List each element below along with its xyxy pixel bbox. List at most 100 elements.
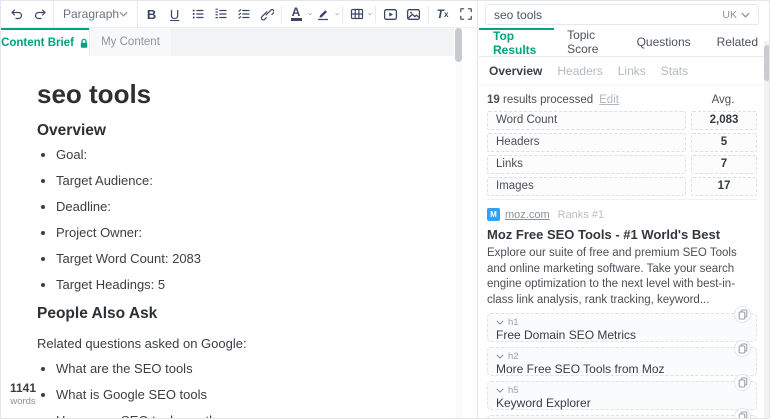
checklist-button[interactable] [233, 4, 254, 25]
results-scrollbar-thumb[interactable] [764, 45, 770, 81]
chevron-down-icon[interactable] [496, 354, 504, 359]
tab-topic-score[interactable]: Topic Score [554, 28, 624, 56]
word-count: 1141 words [6, 381, 40, 407]
paragraph-style-select[interactable]: Paragraph [53, 1, 138, 28]
copy-button[interactable] [734, 408, 751, 419]
editor-scrollbar[interactable] [455, 28, 462, 419]
list-item: Target Audience: [56, 174, 434, 188]
result-domain-link[interactable]: moz.com [505, 209, 550, 221]
subtab-overview[interactable]: Overview [489, 64, 542, 78]
ordered-list-button[interactable] [210, 4, 231, 25]
list-item: What are the SEO tools [56, 362, 434, 376]
chevron-down-icon[interactable] [308, 11, 312, 17]
search-query: seo tools [494, 8, 542, 22]
avg-column-header: Avg. [689, 94, 757, 106]
editor-scrollbar-thumb[interactable] [455, 28, 462, 62]
header-card: h2 More Free SEO Tools from Moz [487, 347, 757, 376]
redo-button[interactable] [29, 4, 50, 25]
stat-label: Word Count [487, 111, 686, 130]
processed-count: 19 [487, 94, 500, 106]
chevron-down-icon[interactable] [496, 388, 504, 393]
copy-button[interactable] [734, 374, 751, 391]
lock-icon [79, 38, 89, 49]
result-title: Moz Free SEO Tools - #1 World's Best [487, 228, 757, 242]
header-card: h5 Link Explorer [487, 415, 757, 419]
tab-content-brief-label: Content Brief [1, 37, 74, 49]
search-row: seo tools UK [479, 1, 770, 28]
list-item: Deadline: [56, 200, 434, 214]
results-scrollbar[interactable] [764, 41, 770, 419]
clear-format-button[interactable]: Tx [432, 4, 453, 25]
stat-value: 5 [691, 133, 757, 152]
bold-button[interactable]: B [141, 4, 162, 25]
fullscreen-button[interactable] [455, 4, 476, 25]
document-editor[interactable]: seo tools Overview Goal: Target Audience… [1, 56, 454, 419]
paa-intro: Related questions asked on Google: [37, 337, 434, 351]
stat-value: 17 [691, 177, 757, 196]
processed-text: results processed [503, 94, 593, 106]
chevron-down-icon [119, 11, 128, 17]
tab-related[interactable]: Related [704, 28, 770, 56]
result-site-row: M moz.com Ranks #1 [487, 208, 757, 221]
chevron-down-icon[interactable] [335, 11, 339, 17]
processed-row: 19 results processed Edit Avg. [487, 94, 757, 106]
link-button[interactable] [256, 4, 277, 25]
tab-content-brief[interactable]: Content Brief [1, 28, 89, 56]
underline-button[interactable]: U [164, 4, 185, 25]
research-panel: seo tools UK Top Results Topic Score Que… [479, 1, 770, 419]
result-rank-badge: Ranks #1 [558, 209, 604, 221]
list-item: Goal: [56, 148, 434, 162]
chevron-down-icon [741, 12, 750, 18]
text-color-bar [291, 18, 302, 21]
copy-button[interactable] [734, 340, 751, 357]
subtab-links[interactable]: Links [618, 64, 646, 78]
edit-link[interactable]: Edit [599, 94, 619, 106]
stats-table: Word Count 2,083 Headers 5 Links 7 Image… [487, 111, 757, 196]
subtab-headers[interactable]: Headers [557, 64, 602, 78]
chevron-down-icon[interactable] [368, 11, 372, 17]
header-tag-row: h2 [496, 351, 748, 362]
editor-tabbar: Content Brief My Content [1, 28, 454, 56]
table-row: Images 17 [487, 177, 757, 196]
stat-label: Links [487, 155, 686, 174]
image-button[interactable] [403, 4, 424, 25]
editor-panel: Paragraph B U A Tx [1, 1, 478, 419]
bullet-list-button[interactable] [187, 4, 208, 25]
paa-list: What are the SEO tools What is Google SE… [37, 362, 434, 419]
header-card: h1 Free Domain SEO Metrics [487, 313, 757, 342]
copy-button[interactable] [734, 306, 751, 323]
table-button[interactable] [346, 4, 367, 25]
results-content: 19 results processed Edit Avg. Word Coun… [479, 94, 770, 419]
moz-favicon: M [487, 208, 500, 221]
overview-list: Goal: Target Audience: Deadline: Project… [37, 148, 434, 292]
region-label: UK [722, 9, 737, 21]
highlight-button[interactable] [313, 4, 334, 25]
list-item: Project Owner: [56, 226, 434, 240]
table-row: Headers 5 [487, 133, 757, 152]
tab-top-results[interactable]: Top Results [479, 28, 554, 56]
stat-label: Images [487, 177, 686, 196]
research-tabbar: Top Results Topic Score Questions Relate… [479, 28, 770, 57]
results-subnav: Overview Headers Links Stats [479, 57, 770, 85]
subtab-stats[interactable]: Stats [661, 64, 688, 78]
text-color-button[interactable]: A [286, 4, 307, 25]
header-card: h5 Keyword Explorer [487, 381, 757, 410]
section-heading-people-also-ask: People Also Ask [37, 305, 434, 322]
clear-format-letter: T [437, 7, 444, 21]
chevron-down-icon[interactable] [496, 320, 504, 325]
list-item: Target Headings: 5 [56, 278, 434, 292]
undo-button[interactable] [6, 4, 27, 25]
tab-my-content[interactable]: My Content [89, 28, 171, 56]
region-select[interactable]: UK [722, 9, 750, 21]
video-embed-button[interactable] [380, 4, 401, 25]
result-description: Explore our suite of free and premium SE… [487, 246, 757, 308]
table-row: Links 7 [487, 155, 757, 174]
tab-questions[interactable]: Questions [624, 28, 704, 56]
search-input[interactable]: seo tools UK [485, 4, 759, 25]
list-item: How many SEO tools are there [56, 414, 434, 419]
header-text: Keyword Explorer [496, 397, 748, 410]
list-item: Target Word Count: 2083 [56, 252, 434, 266]
header-tag: h5 [508, 385, 519, 396]
header-tag: h2 [508, 351, 519, 362]
word-count-value: 1141 [6, 381, 40, 395]
